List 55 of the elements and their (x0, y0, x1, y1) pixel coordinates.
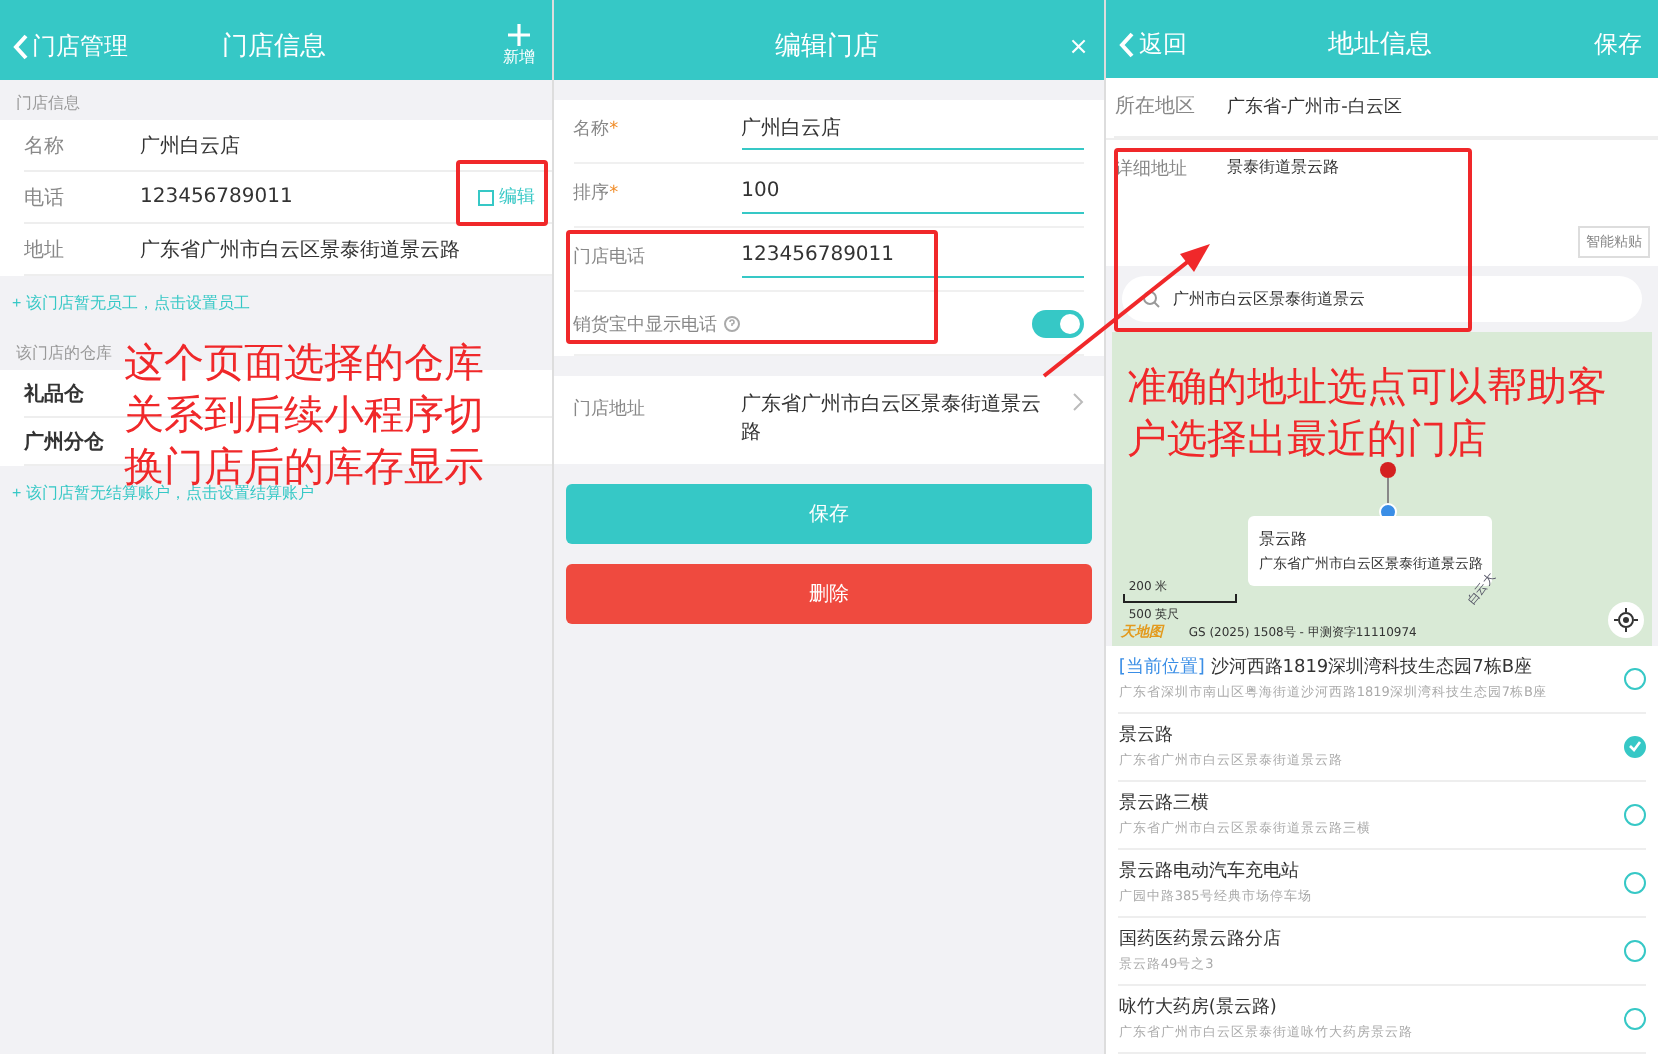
locate-button[interactable] (1608, 601, 1645, 638)
callout-title: 景云路 (1258, 528, 1309, 551)
required-mark: * (609, 184, 619, 204)
back-icon (12, 33, 28, 59)
chevron-icon (1072, 392, 1085, 412)
input-field[interactable]: 123456789011 (741, 240, 1085, 278)
field-label: 门店地址 (573, 397, 648, 424)
locate-icon (1614, 607, 1639, 632)
warehouse-name: 广州分仓 (24, 428, 104, 455)
field-label: 名称* (573, 117, 621, 142)
toggle-switch[interactable] (1032, 309, 1085, 337)
field-label: 名称 (24, 133, 66, 159)
required-mark: * (609, 120, 619, 140)
place-name: [当前位置] 沙河西路1819深圳湾科技生态园7栋B座 (1118, 655, 1535, 681)
field-value: 广州白云店 (140, 133, 240, 159)
radio-button[interactable] (1624, 871, 1647, 894)
section-label: 门店信息 (14, 92, 82, 116)
field-label: 排序* (573, 181, 621, 206)
field-label: 门店电话 (573, 245, 648, 270)
search-field[interactable]: 广州市白云区景泰街道景云 (1122, 276, 1643, 323)
field-label: 地址 (24, 237, 66, 263)
section-label: 该门店的仓库 (14, 342, 114, 366)
plus-icon (508, 24, 531, 46)
radio-button[interactable] (1624, 1007, 1647, 1030)
annotation-text: 准确的地址选点可以帮助客户选择出最近的门店 (1126, 360, 1609, 464)
radio-button[interactable] (1624, 939, 1647, 962)
place-name: 咏竹大药房(景云路) (1118, 995, 1279, 1021)
field-value: 123456789011 (140, 186, 293, 208)
place-name: 国药医药景云路分店 (1118, 927, 1283, 953)
place-name: 景云路 (1118, 723, 1175, 749)
highlight-frame (456, 160, 548, 226)
radio-button[interactable] (1624, 735, 1647, 758)
place-name: 景云路三横 (1118, 791, 1211, 817)
delete-button[interactable]: 删除 (565, 564, 1093, 624)
address-input[interactable]: 景泰街道景云路 (1226, 155, 1339, 182)
help-icon (723, 315, 740, 331)
search-icon (1142, 290, 1161, 309)
toggle-label: 销货宝中显示电话 (573, 313, 718, 338)
radio-button[interactable] (1624, 667, 1647, 690)
edit-icon (477, 189, 494, 205)
input-field[interactable]: 广州白云店 (741, 112, 1085, 150)
radio-button[interactable] (1624, 803, 1647, 826)
field-value: 广东省-广州市-白云区 (1226, 95, 1402, 120)
input-field[interactable]: 100 (741, 176, 1085, 214)
field-label: 电话 (24, 185, 66, 211)
address-value[interactable]: 广东省广州市白云区景泰街道景云路 (741, 392, 1042, 448)
place-name: 景云路电动汽车充电站 (1118, 859, 1301, 885)
warehouse-name: 礼品仓 (24, 381, 84, 407)
back-icon (1118, 31, 1135, 58)
scale-bar-icon (1122, 594, 1239, 605)
page-title: 门店信息 (221, 30, 326, 64)
field-label: 所在地区 (1114, 93, 1197, 121)
page-title: 地址信息 (1328, 28, 1433, 63)
page-title: 编辑门店 (775, 30, 879, 64)
field-value: 广东省广州市白云区景泰街道景云路 (140, 237, 460, 263)
